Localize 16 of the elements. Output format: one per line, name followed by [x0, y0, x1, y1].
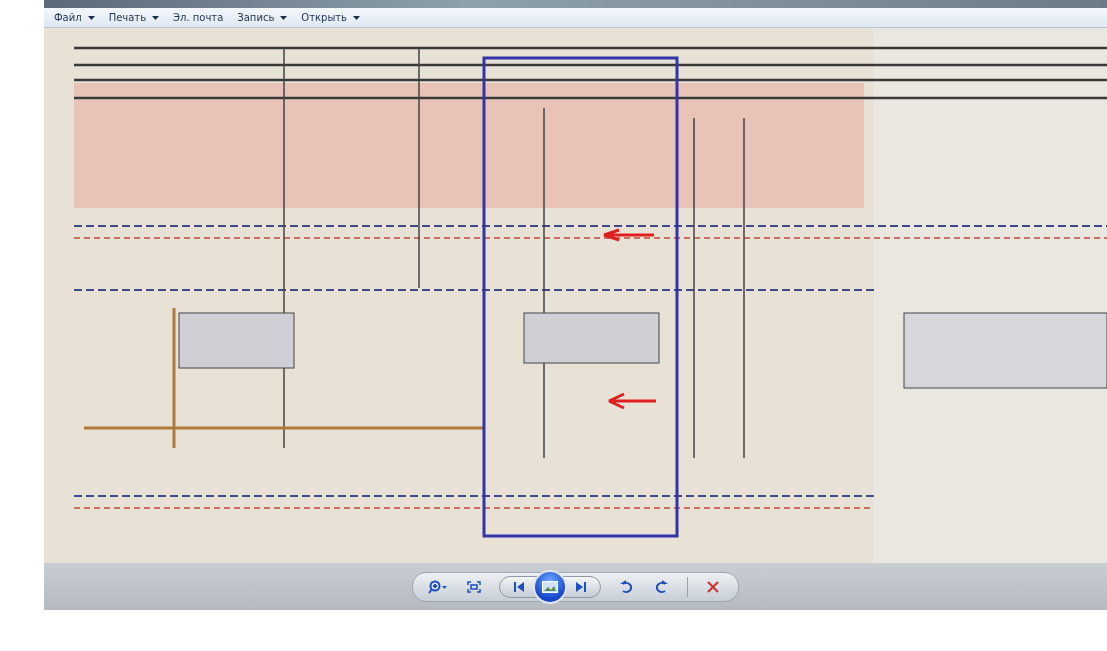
rotate-left-icon	[620, 580, 632, 593]
menu-item[interactable]: Эл. почта	[173, 12, 224, 23]
next-icon	[576, 581, 586, 592]
next-button[interactable]	[561, 575, 601, 598]
previous-icon	[514, 581, 524, 592]
zoom-icon	[428, 579, 448, 594]
slideshow-icon	[542, 580, 558, 593]
menu-item[interactable]: Запись	[237, 12, 288, 23]
menu-item[interactable]: Файл	[54, 12, 95, 23]
slideshow-button[interactable]	[533, 569, 567, 604]
rotate-right-icon	[656, 580, 668, 593]
close-icon	[707, 580, 719, 593]
previous-button[interactable]	[499, 575, 539, 598]
menu-item[interactable]: Открыть	[301, 12, 360, 23]
menu-item[interactable]: Печать	[108, 12, 160, 23]
fit-window-icon	[467, 580, 481, 593]
